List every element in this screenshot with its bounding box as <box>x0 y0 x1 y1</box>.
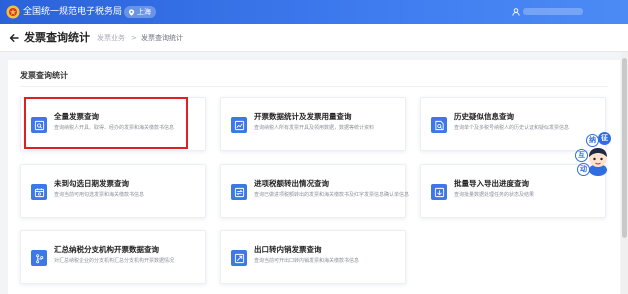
card-title: 开票数据统计及发票用量查询 <box>254 112 352 121</box>
card-title: 批量导入导出进度查询 <box>454 179 529 188</box>
card-input-tax-transfer-query[interactable]: 进项税额转出情况查询 查询已做进项税额转出的发票和海关缴款书及红字发票信息确认单… <box>220 164 410 218</box>
assistant-char: 征 <box>598 132 611 145</box>
site-name: 全国统一规范电子税务局 <box>23 7 123 17</box>
highlight-annotation <box>24 97 188 149</box>
page-header: 发票查询统计 发票业务 > 发票查询统计 <box>0 24 628 52</box>
magnifier-doc-icon <box>431 117 447 133</box>
assistant-char: 纳 <box>586 134 599 147</box>
card-title: 汇总纳税分支机构开票数据查询 <box>54 245 159 254</box>
card-title: 出口转内销发票查询 <box>254 245 322 254</box>
assistant-char: 动 <box>577 163 590 176</box>
breadcrumb-invoice-business[interactable]: 发票业务 <box>97 33 125 43</box>
card-description: 查询批量数据处理任务的状态及结果 <box>454 192 535 198</box>
card-description: 对汇总纳税企业的分支机构汇总分支机构开票数据情况 <box>54 258 175 264</box>
panel-title: 发票查询统计 <box>20 71 68 80</box>
page-title: 发票查询统计 <box>24 31 90 44</box>
card-title: 历史疑似信息查询 <box>454 112 514 121</box>
card-export-to-domestic-query[interactable]: 出口转内销发票查询 查询当前可开出口转内销发票和海关缴款书信息 <box>220 230 406 284</box>
progress-icon <box>431 184 447 200</box>
breadcrumb-current: 发票查询统计 <box>141 34 183 42</box>
card-title: 未到勾选日期发票查询 <box>54 179 129 188</box>
divider <box>20 86 608 87</box>
region-label: 上海 <box>137 8 151 16</box>
user-name-blurred[interactable] <box>523 8 583 15</box>
tax-bureau-logo-icon <box>6 5 20 19</box>
user-icon[interactable] <box>512 8 520 16</box>
top-bar: 全国统一规范电子税务局 上海 <box>0 0 628 24</box>
content-panel: 发票查询统计 全量发票查询 查询纳税人开具、取得、经办的发票和海关缴款书信息 开… <box>8 60 620 294</box>
card-invoice-stats-usage[interactable]: 开票数据统计及发票用量查询 查询纳税人所有发票开具及领用数据，数据等统计资料 <box>220 97 406 151</box>
vertical-scrollbar[interactable] <box>621 52 628 294</box>
card-branch-invoice-data-query[interactable]: 汇总纳税分支机构开票数据查询 对汇总纳税企业的分支机构汇总分支机构开票数据情况 <box>20 230 206 284</box>
card-description: 查询当前可开出口转内销发票和海关缴款书信息 <box>254 258 360 264</box>
region-switcher[interactable]: 上海 <box>124 6 156 18</box>
card-description: 查询已做进项税额转出的发票和海关缴款书及红字发票信息确认单信息 <box>254 192 410 198</box>
scrollbar-thumb[interactable] <box>622 58 627 238</box>
card-description: 查询当前可用勾选发票和海关缴款书信息 <box>54 192 145 198</box>
card-pending-check-date-query[interactable]: 未到勾选日期发票查询 查询当前可用勾选发票和海关缴款书信息 <box>20 164 206 218</box>
card-title: 进项税额转出情况查询 <box>254 179 329 188</box>
location-pin-icon <box>128 8 135 16</box>
export-doc-icon <box>231 250 247 266</box>
back-arrow-icon[interactable] <box>9 33 19 43</box>
breadcrumb-separator: > <box>131 34 137 42</box>
calendar-icon <box>31 184 47 200</box>
branch-icon <box>31 250 47 266</box>
tax-assistant-widget[interactable]: 征 纳 互 动 <box>572 130 618 190</box>
transfer-doc-icon <box>231 184 247 200</box>
assistant-char: 互 <box>575 149 588 162</box>
card-description: 查询纳税人所有发票开具及领用数据，数据等统计资料 <box>254 125 375 131</box>
card-description: 查询单个及多税号纳税人的历史认证和疑似发票信息 <box>454 125 570 131</box>
chart-icon <box>231 117 247 133</box>
